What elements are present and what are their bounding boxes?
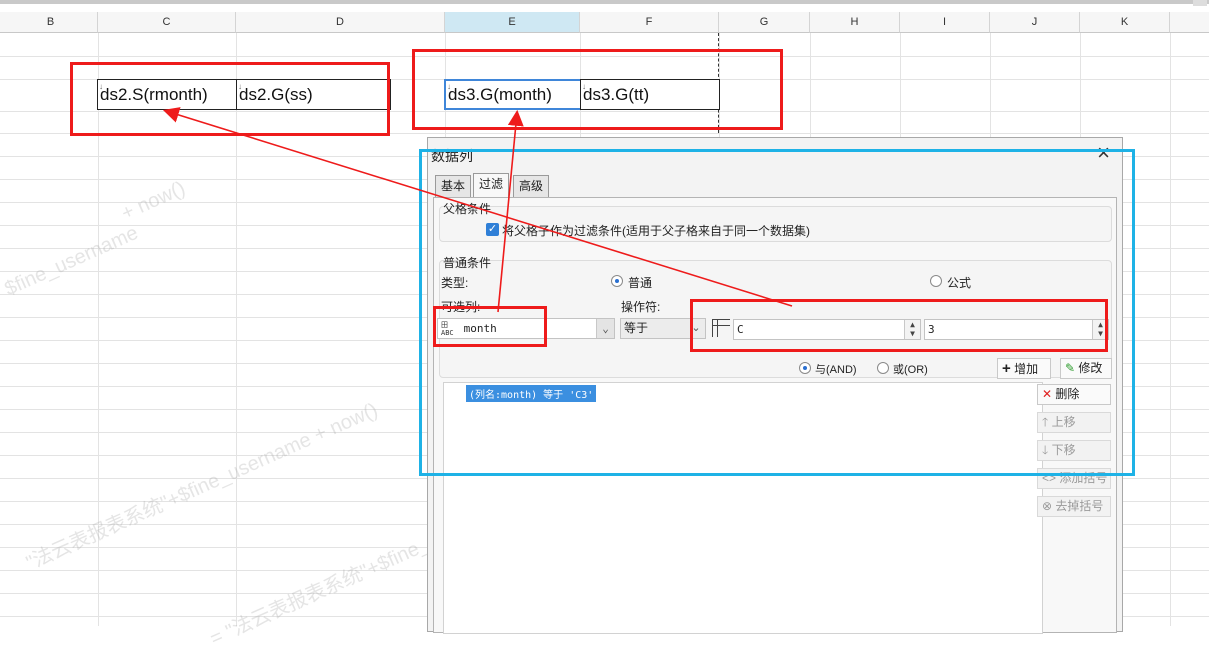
arrow-to-parent-cell bbox=[162, 107, 793, 307]
annotation-arrows bbox=[162, 107, 793, 313]
arrow-to-child-cell bbox=[497, 109, 524, 313]
